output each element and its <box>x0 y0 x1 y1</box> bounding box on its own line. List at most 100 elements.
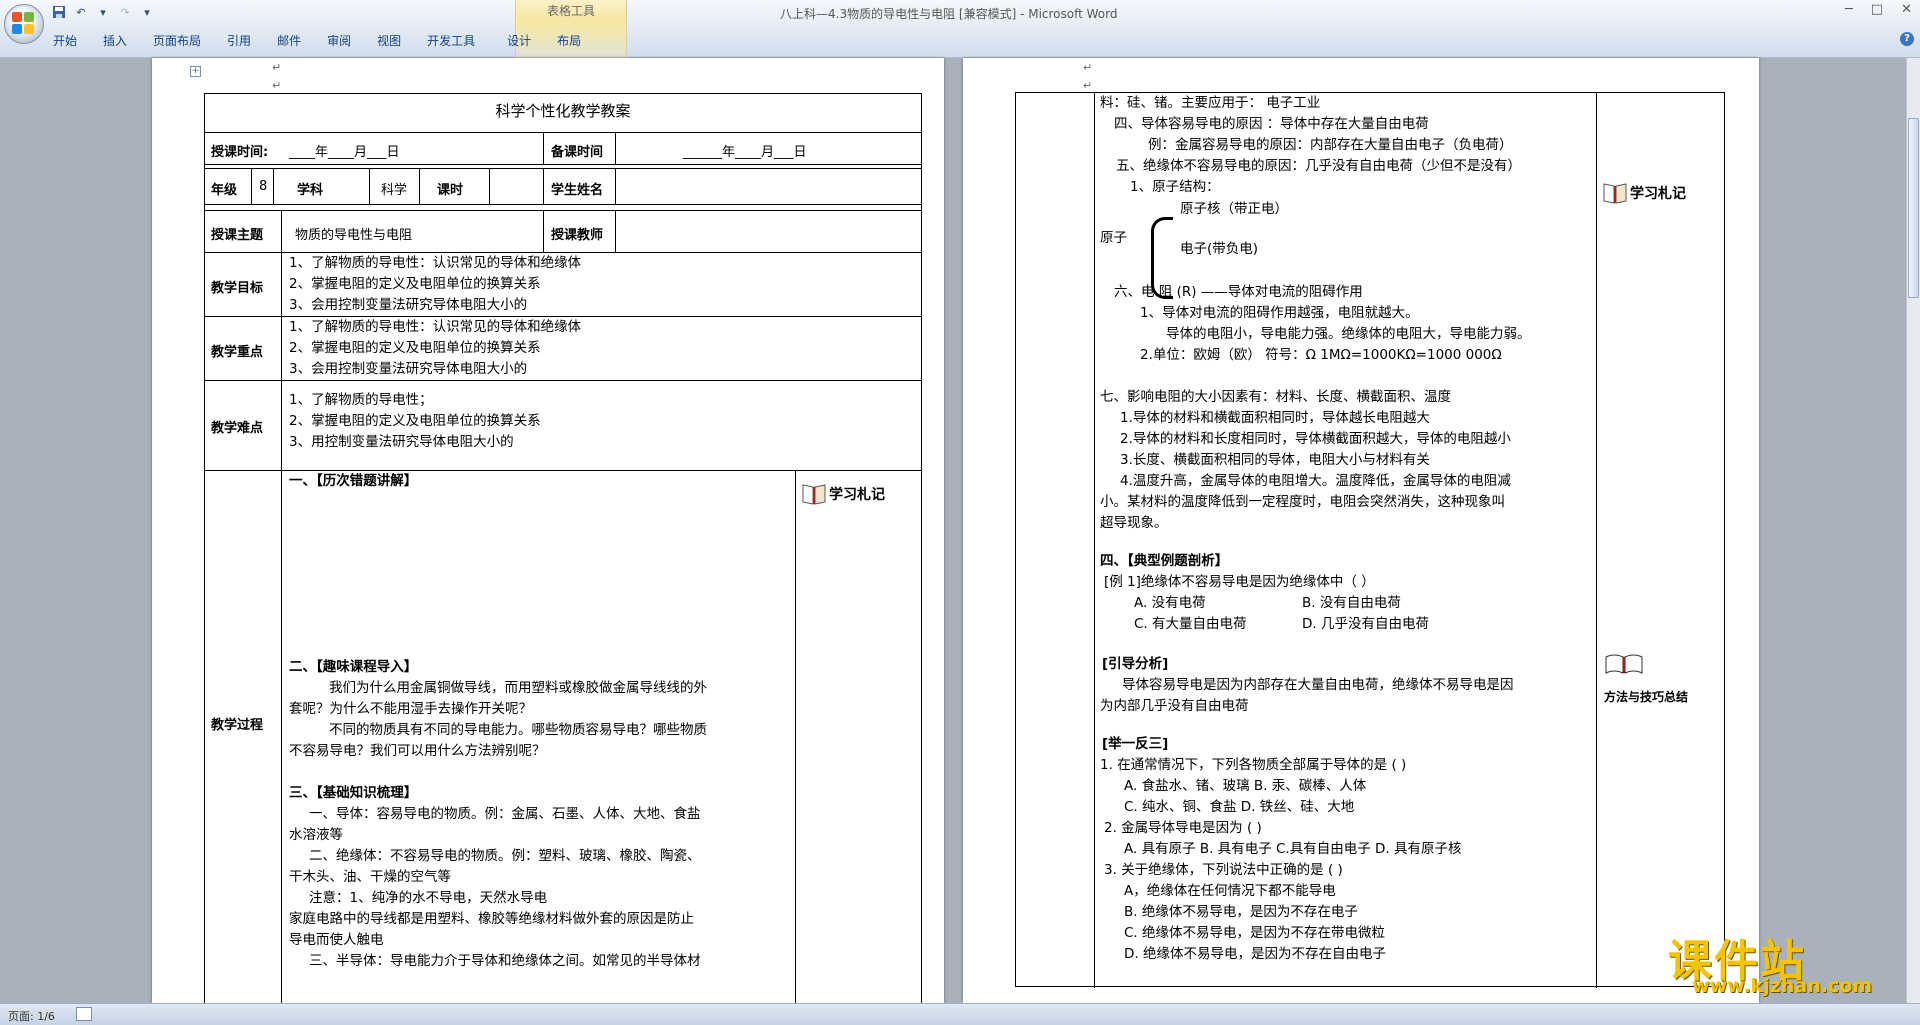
goals-line: 1、了解物质的导电性：认识常见的导体和绝缘体 <box>289 255 582 271</box>
customize-toolbar-icon[interactable]: ▾ <box>138 4 156 20</box>
page-indicator[interactable]: 页面: 1/6 <box>8 1008 55 1024</box>
divider <box>1596 93 1597 988</box>
watermark: 课件站 www.kjzhan.com <box>1668 925 1904 1001</box>
window-title: 八上科—4.3物质的导电性与电阻 [兼容模式] - Microsoft Word <box>780 7 1118 21</box>
divider <box>281 210 282 252</box>
subject-value[interactable]: 科学 <box>381 179 407 198</box>
example-question: [例 1]绝缘体不容易导电是因为绝缘体中（ ） <box>1104 574 1375 590</box>
divider <box>419 168 420 204</box>
title-bar: ↶ ▾ ↷ ▾ 表格工具 八上科—4.3物质的导电性与电阻 [兼容模式] - M… <box>0 0 1920 58</box>
content-line: 例：金属容易导电的原因：内部存在大量自由电子（负电荷） <box>1148 137 1513 153</box>
practice-line: C. 纯水、铜、食盐 D. 铁丝、硅、大地 <box>1124 799 1355 815</box>
document-page-2: ↵ ↵ 料：硅、锗。主要应用于： 电子工业 四、导体容易导电的原因 ：导体中存在… <box>963 58 1759 1003</box>
process-label: 教学过程 <box>211 718 264 733</box>
divider <box>615 168 616 204</box>
tab-page-layout[interactable]: 页面布局 <box>140 30 214 52</box>
subject-label: 学科 <box>297 183 324 198</box>
table-tools-label: 表格工具 <box>546 4 595 18</box>
divider <box>489 168 490 204</box>
knowledge-line: 二、绝缘体：不容易导电的物质。例：塑料、玻璃、橡胶、陶瓷、 <box>309 848 701 864</box>
scrollbar-thumb[interactable] <box>1908 118 1919 298</box>
content-line: 2.单位：欧姆（欧） 符号：Ω 1MΩ=1000KΩ=1000 000Ω <box>1140 347 1502 363</box>
undo-icon[interactable]: ↶ <box>72 4 90 20</box>
content-line: 四、导体容易导电的原因 ：导体中存在大量自由电荷 <box>1114 116 1429 132</box>
table-move-handle-icon[interactable]: + <box>190 66 201 77</box>
window-controls: ─ □ ✕ <box>1845 2 1912 17</box>
open-book-icon <box>1604 653 1644 678</box>
prep-time-value[interactable]: ______年____月___日 <box>683 141 807 160</box>
save-icon[interactable] <box>50 4 68 20</box>
tab-review[interactable]: 审阅 <box>314 30 364 52</box>
tab-view[interactable]: 视图 <box>364 30 414 52</box>
content-line: 1.导体的材料和横截面积相同时，导体越长电阻越大 <box>1120 410 1430 426</box>
analysis-title: [引导分析] <box>1102 656 1169 672</box>
paragraph-mark: ↵ <box>272 79 282 92</box>
office-button[interactable] <box>4 4 44 44</box>
status-bar: 页面: 1/6 <box>0 1003 1920 1025</box>
tab-home[interactable]: 开始 <box>40 30 90 52</box>
knowledge-line: 家庭电路中的导线都是用塑料、橡胶等绝缘材料做外套的原因是防止 <box>289 911 694 927</box>
book-icon <box>1602 181 1628 205</box>
intro-line: 不容易导电？我们可以用什么方法辨别呢？ <box>289 743 546 759</box>
quick-access-toolbar: ↶ ▾ ↷ ▾ <box>50 4 156 20</box>
teaching-time-value[interactable]: ____年____月___日 <box>289 141 400 160</box>
paragraph-mark: ↵ <box>1083 61 1093 74</box>
practice-line: A. 具有原子 B. 具有电子 C.具有自由电子 D. 具有原子核 <box>1124 841 1462 857</box>
key-points-line: 2、掌握电阻的定义及电阻单位的换算关系 <box>289 340 541 356</box>
difficulties-line: 2、掌握电阻的定义及电阻单位的换算关系 <box>289 413 541 429</box>
tab-mailings[interactable]: 邮件 <box>264 30 314 52</box>
goals-line: 2、掌握电阻的定义及电阻单位的换算关系 <box>289 276 541 292</box>
content-line: 六、电 阻 (R) ——导体对电流的阻碍作用 <box>1114 284 1363 300</box>
topic-value[interactable]: 物质的导电性与电阻 <box>295 224 412 243</box>
proofing-icon[interactable] <box>76 1007 92 1021</box>
knowledge-line: 水溶液等 <box>289 827 343 843</box>
practice-line: 3. 关于绝缘体，下列说法中正确的是 ( ) <box>1104 862 1343 878</box>
content-line: 4.温度升高，金属导体的电阻增大。温度降低，金属导体的电阻减 <box>1120 473 1511 489</box>
divider <box>1094 93 1095 988</box>
atom-electron: 电子(带负电) <box>1180 241 1259 257</box>
paragraph-mark: ↵ <box>272 61 282 74</box>
divider <box>205 204 921 205</box>
divider <box>205 380 921 381</box>
divider <box>251 168 252 204</box>
tab-design[interactable]: 设计 <box>494 30 544 52</box>
difficulties-line: 3、用控制变量法研究导体电阻大小的 <box>289 434 514 450</box>
tab-references[interactable]: 引用 <box>214 30 264 52</box>
example-option: B. 没有自由电荷 <box>1302 595 1401 611</box>
study-notes-heading: 学习札记 <box>801 482 885 506</box>
maximize-icon[interactable]: □ <box>1871 2 1883 17</box>
teacher-label: 授课教师 <box>551 228 604 243</box>
content-line: 五、绝缘体不容易导电的原因：几乎没有自由电荷（少但不是没有） <box>1116 158 1521 174</box>
office-logo-icon <box>12 12 36 36</box>
divider <box>205 210 921 211</box>
knowledge-line: 三、半导体：导电能力介于导体和绝缘体之间。如常见的半导体材 <box>309 953 701 969</box>
grade-value[interactable]: 8 <box>259 179 267 194</box>
example-option: C. 有大量自由电荷 <box>1134 616 1247 632</box>
section-heading: 三、【基础知识梳理】 <box>289 785 418 801</box>
help-icon[interactable]: ? <box>1900 32 1914 46</box>
topic-label: 授课主题 <box>211 228 264 243</box>
section-heading: 二、【趣味课程导入】 <box>289 659 418 675</box>
minimize-icon[interactable]: ─ <box>1845 2 1853 17</box>
example-option: A. 没有电荷 <box>1134 595 1206 611</box>
close-icon[interactable]: ✕ <box>1901 2 1912 17</box>
book-icon <box>801 482 827 506</box>
practice-line: C. 绝缘体不易导电，是因为不存在带电微粒 <box>1124 925 1386 941</box>
study-notes-heading: 学习札记 <box>1602 181 1686 205</box>
method-summary-label: 方法与技巧总结 <box>1604 690 1689 704</box>
example-option: D. 几乎没有自由电荷 <box>1302 616 1429 632</box>
content-line: 料：硅、锗。主要应用于： 电子工业 <box>1100 95 1321 111</box>
tab-insert[interactable]: 插入 <box>90 30 140 52</box>
lesson-plan-table: 科学个性化教学教案 授课时间: ____年____月___日 备课时间 ____… <box>204 93 922 1004</box>
tab-layout[interactable]: 布局 <box>544 30 594 52</box>
paragraph-mark: ↵ <box>1083 79 1093 92</box>
undo-dropdown-icon[interactable]: ▾ <box>94 4 112 20</box>
practice-line: A. 食盐水、锗、玻璃 B. 汞、碳棒、人体 <box>1124 778 1367 794</box>
practice-line: B. 绝缘体不易导电，是因为不存在电子 <box>1124 904 1358 920</box>
redo-icon[interactable]: ↷ <box>116 4 134 20</box>
vertical-scrollbar[interactable] <box>1906 58 1920 1003</box>
knowledge-line: 导电而使人触电 <box>289 932 384 948</box>
knowledge-line: 干木头、油、干燥的空气等 <box>289 869 451 885</box>
tab-developer[interactable]: 开发工具 <box>414 30 488 52</box>
content-line: 2.导体的材料和长度相同时，导体横截面积越大，导体的电阻越小 <box>1120 431 1511 447</box>
